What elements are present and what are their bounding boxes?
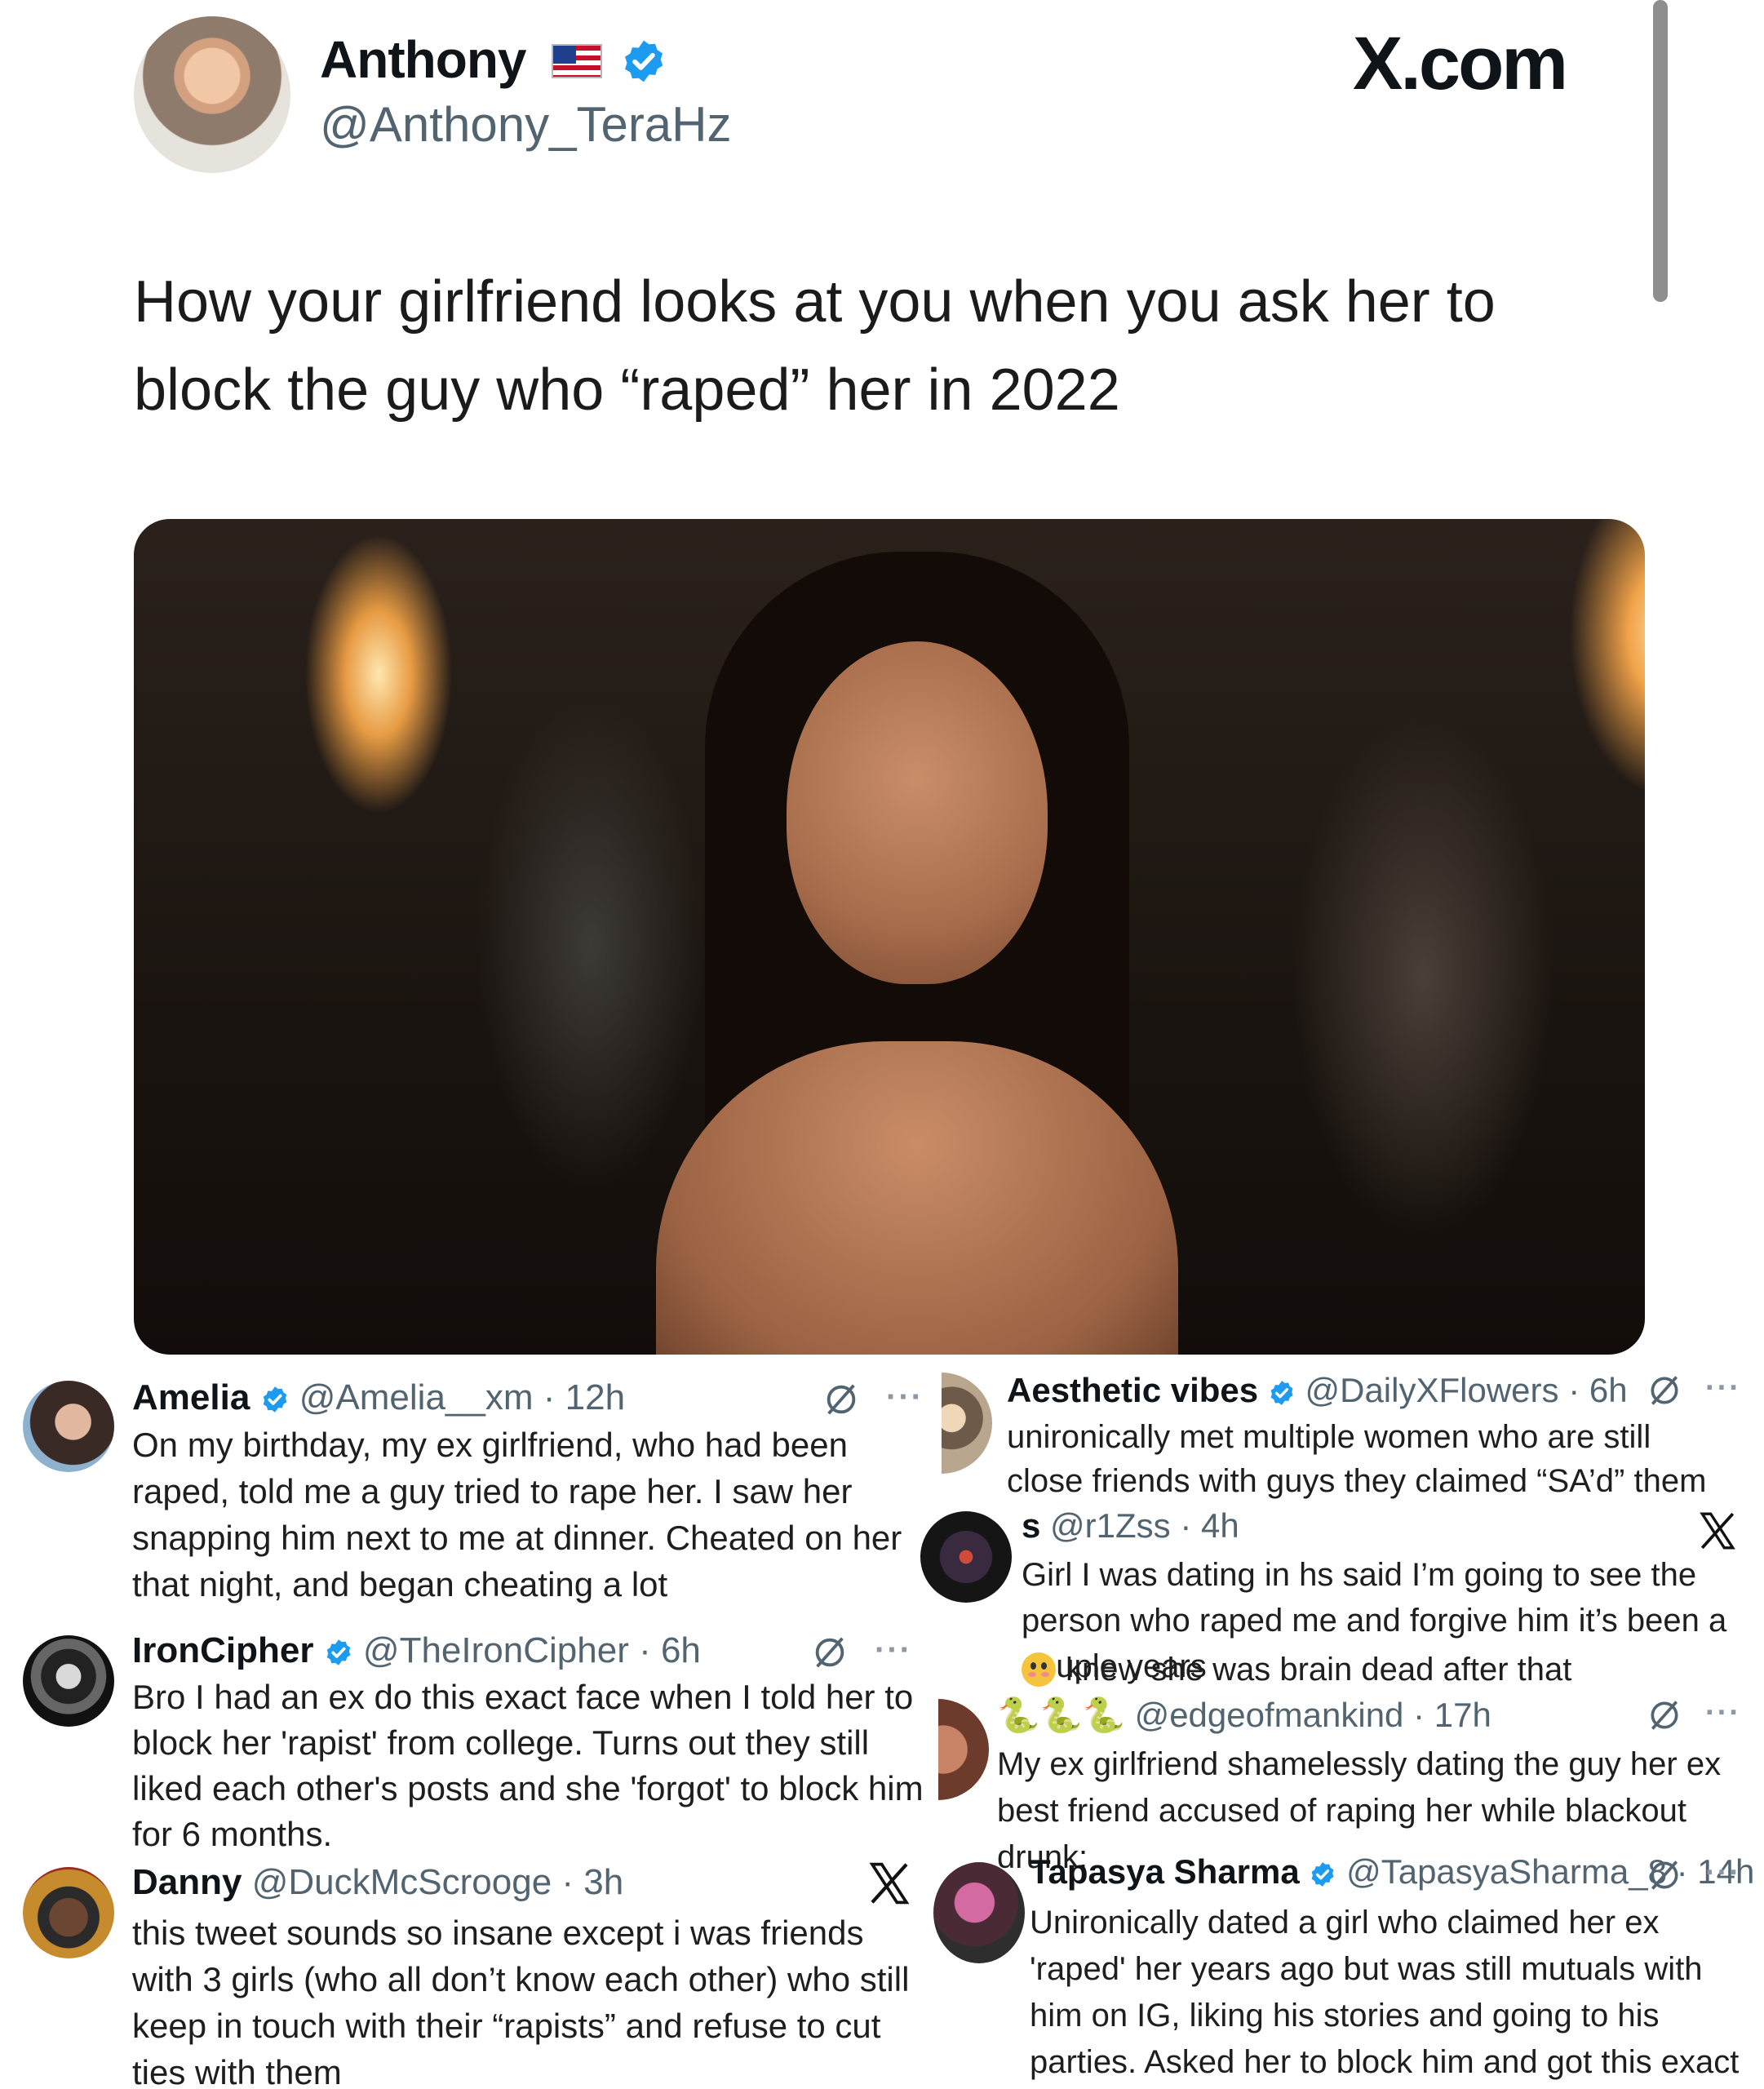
flushed-face-icon [1022,1652,1056,1687]
scrollbar-thumb[interactable] [1653,0,1668,302]
author-handle[interactable]: @Anthony_TeraHz [320,96,732,153]
reply-text: Unironically dated a girl who claimed he… [1030,1905,1740,2080]
verified-badge-icon [326,1639,351,1665]
grok-icon[interactable] [1647,1857,1682,1893]
reply-text: this tweet sounds so insane except i was… [132,1914,910,2089]
reply-author-name[interactable]: Aesthetic vibes [1007,1371,1258,1409]
reply-text: On my birthday, my ex girlfriend, who ha… [132,1426,902,1603]
reply-author-name[interactable]: Tapasya Sharma [1030,1852,1300,1891]
more-options-icon[interactable]: ··· [886,1379,924,1416]
reply-author-handle[interactable]: @r1Zss [1050,1506,1171,1545]
more-options-icon[interactable]: ··· [1705,1696,1741,1731]
verified-badge-icon [1311,1862,1335,1887]
reply-header: IronCipher @TheIronCipher · 6h [132,1630,701,1671]
reply-avatar[interactable] [933,1862,1025,1963]
reply-author-name[interactable]: Danny [132,1862,242,1902]
reply-author-handle[interactable]: @edgeofmankind [1135,1696,1404,1734]
grok-icon[interactable] [1647,1697,1682,1733]
reply-header: Amelia @Amelia__xm · 12h [132,1377,625,1418]
reply-timestamp[interactable]: · 12h [543,1377,625,1417]
reply-timestamp[interactable]: · 3h [561,1862,623,1902]
reply-avatar[interactable] [23,1635,114,1727]
image-figure-face [787,641,1048,984]
reply-avatar[interactable] [942,1373,992,1474]
reply-author-handle[interactable]: @DuckMcScrooge [252,1862,552,1902]
verified-badge-icon [263,1386,286,1413]
reply-author-handle[interactable]: @DailyXFlowers [1305,1371,1558,1409]
reply-author-handle[interactable]: @TapasyaSharma_8 [1346,1852,1667,1891]
verified-badge-icon [1270,1381,1293,1405]
author-avatar[interactable] [134,16,290,173]
reply-text: Bro I had an ex do this exact face when … [132,1678,924,1853]
reply-timestamp[interactable]: · 4h [1180,1506,1239,1545]
reply-text-continuation: knew she was brain dead after that [1066,1652,1572,1688]
verified-badge-icon [625,40,663,82]
reply-author-name[interactable]: IronCipher [132,1630,313,1670]
grok-icon[interactable] [822,1381,860,1418]
reply-author-handle[interactable]: @TheIronCipher [363,1630,629,1670]
tweet-text: How your girlfriend looks at you when yo… [134,269,1496,423]
tweet-image[interactable] [134,519,1645,1355]
reply-avatar[interactable] [23,1867,114,1958]
reply-author-name[interactable]: Amelia [132,1377,250,1417]
reply-avatar[interactable] [938,1699,989,1800]
more-options-icon[interactable]: ··· [1705,1371,1741,1406]
reply-header: Danny @DuckMcScrooge · 3h [132,1862,623,1903]
reply-header: s @r1Zss · 4h [1022,1506,1239,1546]
grok-icon[interactable] [1647,1373,1682,1408]
x-logo-icon [869,1862,910,1905]
reply-avatar[interactable] [23,1381,114,1472]
reply-header: Aesthetic vibes @DailyXFlowers · 6h [1007,1371,1628,1410]
reply-author-handle[interactable]: @Amelia__xm [299,1377,534,1417]
reply-avatar[interactable] [920,1511,1012,1603]
x-logo-icon [1700,1512,1735,1550]
more-options-icon[interactable]: ··· [875,1632,912,1669]
us-flag-icon [552,44,602,78]
reply-text: unironically met multiple women who are … [1007,1419,1707,1499]
x-com-logo: X.com [1353,22,1568,105]
reply-timestamp[interactable]: · 6h [639,1630,701,1670]
more-options-icon[interactable]: ··· [1705,1856,1741,1891]
reply-author-name[interactable]: 🐍🐍🐍 [997,1696,1125,1734]
author-name[interactable]: Anthony [320,29,526,90]
reply-timestamp[interactable]: · 17h [1413,1696,1491,1734]
grok-icon[interactable] [811,1634,849,1671]
reply-author-name[interactable]: s [1022,1506,1040,1545]
reply-timestamp[interactable]: · 6h [1568,1371,1627,1409]
reply-header: 🐍🐍🐍 @edgeofmankind · 17h [997,1696,1491,1736]
reply-text-line: knew she was brain dead after that [1022,1647,1740,1692]
